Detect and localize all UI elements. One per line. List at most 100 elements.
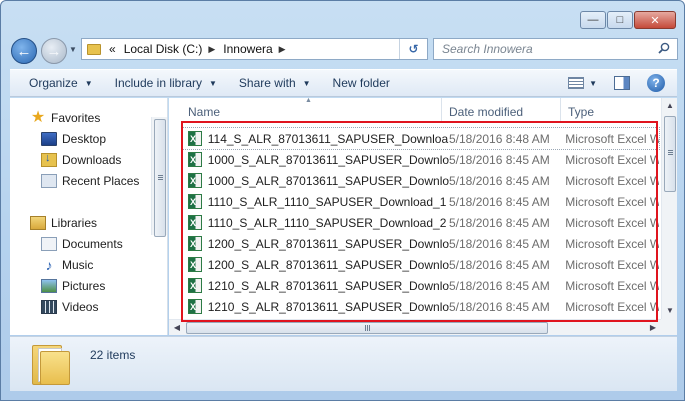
navigation-pane: ★ Favorites Desktop Downloads Recent Plac…: [10, 98, 168, 335]
chevron-down-icon: ▼: [84, 78, 93, 88]
file-date-modified: 5/18/2016 8:48 AM: [449, 131, 550, 146]
file-date-modified: 5/18/2016 8:45 AM: [449, 215, 550, 230]
downloads-icon: [41, 152, 57, 167]
column-header-label: Type: [568, 105, 595, 119]
scrollbar-thumb[interactable]: [186, 322, 548, 334]
file-date-modified: 5/18/2016 8:45 AM: [449, 236, 550, 251]
desktop-icon: [41, 132, 57, 146]
sidebar-item-downloads[interactable]: Downloads: [41, 151, 121, 169]
recent-places-icon: [41, 174, 57, 188]
column-header-type[interactable]: Type: [561, 98, 661, 123]
organize-label: Organize: [29, 76, 78, 90]
grip-icon: [668, 150, 673, 156]
sidebar-item-music[interactable]: ♪ Music: [41, 256, 94, 274]
folder-icon: [87, 43, 101, 55]
table-row[interactable]: X 1110_S_ALR_1110_SAPUSER_Download_1 ...…: [183, 191, 659, 212]
sidebar-item-label: Music: [62, 258, 94, 272]
table-row[interactable]: X 1210_S_ALR_87013611_SAPUSER_Downlo... …: [183, 296, 659, 317]
table-row[interactable]: X 1210_S_ALR_87013611_SAPUSER_Downlo... …: [183, 275, 659, 296]
file-type: Microsoft Excel W: [565, 152, 659, 167]
preview-pane-icon[interactable]: [614, 76, 630, 90]
scroll-right-icon[interactable]: ▶: [645, 320, 661, 336]
sidebar-item-label: Downloads: [62, 153, 122, 167]
maximize-button[interactable]: □: [607, 11, 633, 29]
table-row[interactable]: X 1110_S_ALR_1110_SAPUSER_Download_2 ...…: [183, 212, 659, 233]
file-type: Microsoft Excel W: [565, 299, 659, 314]
breadcrumb-overflow[interactable]: «: [109, 42, 116, 56]
libraries-icon: [30, 216, 46, 230]
file-name: 1000_S_ALR_87013611_SAPUSER_Downlo...: [207, 152, 449, 167]
table-row[interactable]: X 1200_S_ALR_87013611_SAPUSER_Downlo... …: [183, 233, 659, 254]
column-header-name[interactable]: ▲ Name: [169, 97, 442, 123]
explorer-window: — □ ✕ ← → ▼ « Local Disk (C:) ▶ Innowera…: [0, 0, 685, 401]
file-name: 1200_S_ALR_87013611_SAPUSER_Downlo...: [207, 257, 449, 272]
refresh-button[interactable]: ↺: [399, 39, 427, 59]
excel-file-icon: X: [188, 299, 202, 314]
sidebar-item-recent-places[interactable]: Recent Places: [41, 172, 139, 190]
column-header-date-modified[interactable]: Date modified: [442, 98, 561, 123]
navigation-pane-scrollbar[interactable]: [151, 117, 167, 237]
file-name: 1000_S_ALR_87013611_SAPUSER_Downlo...: [207, 173, 449, 188]
sidebar-item-label: Recent Places: [62, 174, 140, 188]
scroll-left-icon[interactable]: ◀: [169, 320, 185, 336]
address-bar[interactable]: « Local Disk (C:) ▶ Innowera ▶ ↺: [81, 38, 428, 60]
sidebar-item-videos[interactable]: Videos: [41, 298, 98, 316]
column-header-label: Date modified: [449, 105, 524, 119]
scrollbar-thumb[interactable]: [154, 119, 166, 237]
view-options-dropdown[interactable]: ▼: [589, 79, 597, 88]
sidebar-item-pictures[interactable]: Pictures: [41, 277, 105, 295]
file-list: ▲ Name Date modified Type X 114_S_ALR_870…: [169, 97, 677, 335]
new-folder-button[interactable]: New folder: [333, 76, 390, 90]
search-icon[interactable]: [658, 42, 670, 54]
close-button[interactable]: ✕: [634, 11, 676, 29]
sidebar-item-desktop[interactable]: Desktop: [41, 130, 106, 148]
include-in-library-menu[interactable]: Include in library ▼: [115, 76, 217, 90]
table-row[interactable]: X 1200_S_ALR_87013611_SAPUSER_Downlo... …: [183, 254, 659, 275]
forward-button[interactable]: →: [41, 38, 67, 64]
file-date-modified: 5/18/2016 8:45 AM: [449, 299, 550, 314]
help-icon[interactable]: ?: [647, 74, 665, 92]
search-box[interactable]: [433, 38, 678, 60]
view-controls: ▼ ?: [568, 70, 677, 96]
column-header-label: Name: [188, 105, 221, 119]
file-name: 1200_S_ALR_87013611_SAPUSER_Downlo...: [207, 236, 449, 251]
scrollbar-corner: [661, 319, 677, 335]
sort-ascending-icon: ▲: [305, 97, 312, 104]
navigation-bar: ← → ▼ « Local Disk (C:) ▶ Innowera ▶ ↺: [1, 34, 685, 64]
file-type: Microsoft Excel W: [565, 257, 659, 272]
file-type: Microsoft Excel W: [565, 173, 659, 188]
excel-file-icon: X: [188, 131, 202, 146]
column-headers: ▲ Name Date modified Type: [169, 97, 661, 123]
sidebar-item-documents[interactable]: Documents: [41, 235, 123, 253]
organize-menu[interactable]: Organize ▼: [29, 76, 93, 90]
back-button[interactable]: ←: [11, 38, 37, 64]
sidebar-item-favorites[interactable]: ★ Favorites: [30, 109, 101, 127]
scroll-up-icon[interactable]: ▲: [662, 98, 678, 114]
sidebar-item-label: Videos: [62, 300, 99, 314]
scrollbar-thumb[interactable]: [664, 116, 676, 192]
breadcrumb-chevron-icon[interactable]: ▶: [279, 44, 286, 55]
table-row[interactable]: X 114_S_ALR_87013611_SAPUSER_Downloa... …: [182, 127, 660, 150]
file-date-modified: 5/18/2016 8:45 AM: [449, 194, 550, 209]
table-row[interactable]: X 1000_S_ALR_87013611_SAPUSER_Downlo... …: [183, 149, 659, 170]
table-row[interactable]: X 1000_S_ALR_87013611_SAPUSER_Downlo... …: [183, 170, 659, 191]
breadcrumb-local-disk[interactable]: Local Disk (C:): [124, 42, 203, 56]
excel-file-icon: X: [188, 173, 202, 188]
share-with-menu[interactable]: Share with ▼: [239, 76, 311, 90]
file-list-vertical-scrollbar[interactable]: ▲ ▼: [661, 98, 677, 319]
search-input[interactable]: [442, 42, 642, 56]
breadcrumb-innowera[interactable]: Innowera: [223, 42, 272, 56]
details-pane: 22 items: [10, 336, 677, 391]
pictures-icon: [41, 279, 57, 293]
music-icon: ♪: [45, 257, 53, 273]
file-list-horizontal-scrollbar[interactable]: ◀ ▶: [169, 319, 661, 335]
recent-pages-dropdown[interactable]: ▼: [69, 45, 77, 54]
file-name: 1110_S_ALR_1110_SAPUSER_Download_2 ...: [207, 215, 449, 230]
change-view-icon[interactable]: [568, 77, 585, 89]
excel-file-icon: X: [188, 236, 202, 251]
breadcrumb-chevron-icon[interactable]: ▶: [208, 44, 215, 55]
sidebar-item-libraries[interactable]: Libraries: [30, 214, 97, 232]
file-name: 1110_S_ALR_1110_SAPUSER_Download_1 ...: [207, 194, 449, 209]
minimize-button[interactable]: —: [580, 11, 606, 29]
scroll-down-icon[interactable]: ▼: [662, 303, 678, 319]
